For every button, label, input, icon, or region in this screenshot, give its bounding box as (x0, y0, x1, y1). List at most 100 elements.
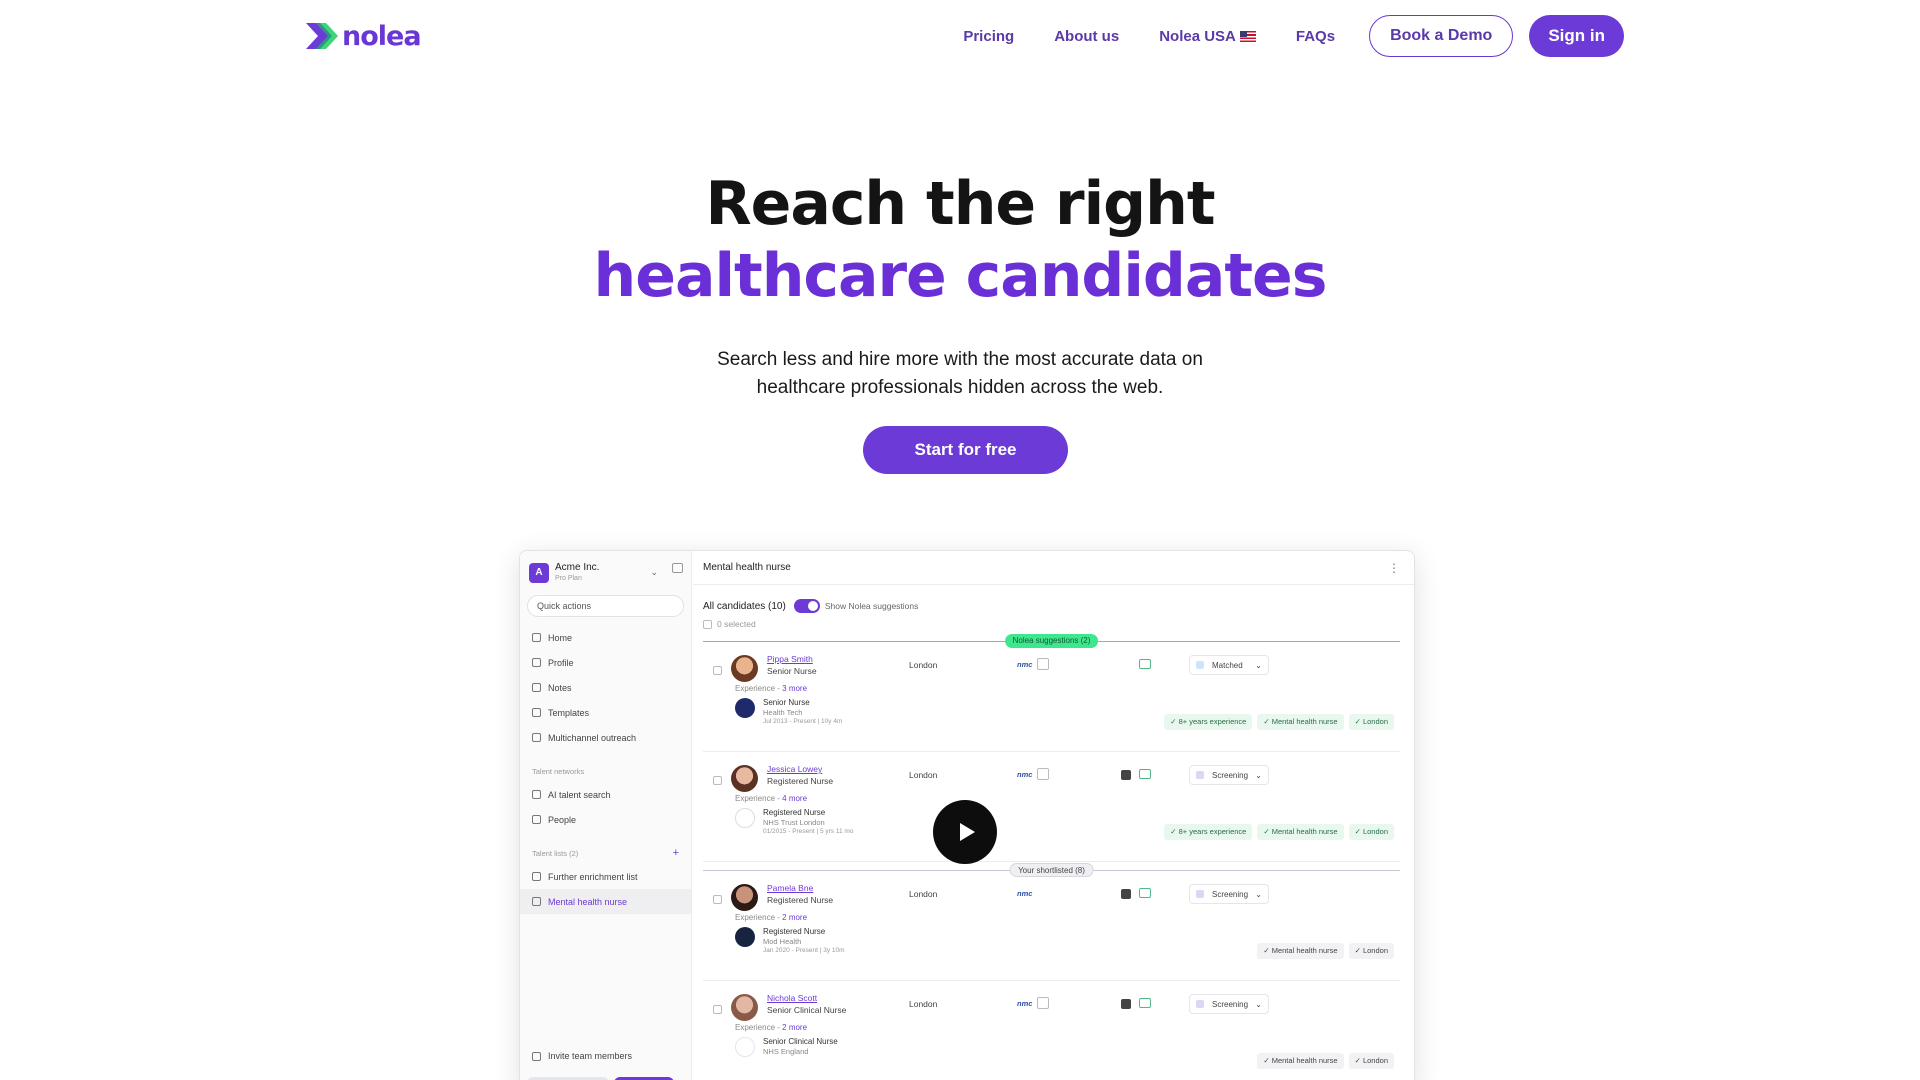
sidebar-item-ai-search[interactable]: AI talent search (520, 782, 691, 807)
linkedin-icon[interactable] (1121, 889, 1131, 899)
status-dropdown[interactable]: Screening ⌄ (1189, 765, 1269, 785)
org-avatar: A (529, 562, 549, 583)
sidebar-item-label: Further enrichment list (548, 871, 638, 882)
match-tag: ✓ 8+ years experience (1164, 824, 1253, 840)
experience-more-link[interactable]: 3 more (782, 684, 807, 693)
nav-link-about[interactable]: About us (1054, 28, 1119, 45)
email-icon[interactable] (1139, 888, 1151, 898)
status-dropdown[interactable]: Screening ⌄ (1189, 884, 1269, 904)
play-video-button[interactable] (933, 800, 997, 864)
candidate-name[interactable]: Pamela Bne (767, 883, 813, 893)
invite-team-link[interactable]: Invite team members (532, 1051, 632, 1061)
candidate-checkbox[interactable] (713, 666, 722, 675)
status-dropdown[interactable]: Screening ⌄ (1189, 994, 1269, 1014)
candidate-card[interactable]: Nichola Scott Senior Clinical Nurse Lond… (703, 981, 1400, 1080)
candidate-checkbox[interactable] (713, 895, 722, 904)
document-icon[interactable] (1037, 997, 1049, 1009)
nav-link-nolea-usa[interactable]: Nolea USA (1159, 28, 1256, 45)
match-tag-label: London (1362, 827, 1388, 836)
invite-label: Invite team members (548, 1051, 633, 1061)
experience-more-link[interactable]: 2 more (782, 913, 807, 922)
match-tag: ✓ Mental health nurse (1257, 943, 1344, 959)
candidate-name[interactable]: Jessica Lowey (767, 764, 822, 774)
company-logo (735, 927, 755, 947)
candidate-name[interactable]: Nichola Scott (767, 993, 817, 1003)
status-label: Screening (1212, 770, 1249, 780)
document-icon[interactable] (1037, 768, 1049, 780)
linkedin-icon[interactable] (1121, 770, 1131, 780)
sidebar-item-label: Home (548, 632, 573, 643)
people-icon (532, 815, 541, 824)
match-tag-label: London (1362, 946, 1388, 955)
user-plus-icon (532, 1051, 541, 1061)
talent-networks-section[interactable]: Talent networks (520, 760, 691, 782)
match-tags: ✓ Mental health nurse ✓ London (1257, 1053, 1394, 1069)
sidebar-item-enrichment-list[interactable]: Further enrichment list (520, 864, 691, 889)
suggestions-toggle[interactable] (793, 599, 820, 613)
match-tag: ✓ London (1348, 943, 1394, 959)
nolea-wordmark: nolea (342, 20, 422, 52)
candidate-card[interactable]: Pamela Bne Registered Nurse London nmc S… (703, 871, 1400, 981)
candidate-checkbox[interactable] (713, 776, 722, 785)
email-icon[interactable] (1139, 769, 1151, 779)
avatar (731, 655, 758, 682)
home-icon (532, 633, 541, 642)
experience-more-link[interactable]: 4 more (782, 794, 807, 803)
candidate-card[interactable]: Pippa Smith Senior Nurse London nmc Matc… (703, 642, 1400, 752)
email-icon[interactable] (1139, 998, 1151, 1008)
candidate-location: London (909, 660, 938, 670)
experience-line: Experience - 2 more (735, 913, 808, 922)
nav-link-nolea-usa-label: Nolea USA (1159, 27, 1236, 45)
job-dates: 01/2015 - Present | 5 yrs 11 mo (763, 828, 854, 835)
chevron-down-icon: ⌄ (1255, 999, 1262, 1009)
select-all-checkbox[interactable] (703, 619, 712, 629)
sidebar-toggle-icon[interactable] (672, 563, 683, 573)
experience-label: Experience (735, 684, 776, 693)
more-options-icon[interactable]: ⋮ (1388, 561, 1400, 575)
book-demo-button[interactable]: Book a Demo (1369, 15, 1514, 57)
candidate-role: Registered Nurse (767, 776, 834, 786)
sidebar-item-profile[interactable]: Profile (520, 650, 691, 675)
status-swatch (1196, 890, 1204, 898)
nolea-logo[interactable]: nolea (304, 19, 422, 53)
match-tag-label: London (1362, 1056, 1388, 1065)
linkedin-icon[interactable] (1121, 999, 1131, 1009)
add-list-icon[interactable]: + (673, 847, 679, 859)
candidate-checkbox[interactable] (713, 1005, 722, 1014)
selection-row: 0 selected (693, 613, 1414, 629)
experience-label: Experience (735, 913, 776, 922)
nolea-logo-mark-icon (304, 19, 340, 53)
job-title: Senior Clinical Nurse (763, 1037, 838, 1046)
talent-lists-section[interactable]: Talent lists (2) + (520, 842, 691, 864)
nav-link-faqs[interactable]: FAQs (1296, 28, 1335, 45)
match-tag: ✓ Mental health nurse (1257, 714, 1344, 730)
org-switcher[interactable]: A Acme Inc. Pro Plan ⌄ (520, 551, 691, 585)
hero-subheading-line1: Search less and hire more with the most … (717, 349, 1203, 370)
top-nav: nolea Pricing About us Nolea USA FAQs Bo… (304, 14, 1624, 58)
email-icon[interactable] (1139, 659, 1151, 669)
sidebar-item-outreach[interactable]: Multichannel outreach (520, 725, 691, 750)
start-for-free-button[interactable]: Start for free (863, 426, 1068, 474)
org-text: Acme Inc. Pro Plan (555, 562, 599, 584)
nav-link-pricing[interactable]: Pricing (963, 28, 1014, 45)
sidebar-item-mental-health-nurse[interactable]: Mental health nurse (520, 889, 691, 914)
candidate-name[interactable]: Pippa Smith (767, 654, 813, 664)
sidebar-item-people[interactable]: People (520, 807, 691, 832)
document-icon[interactable] (1037, 658, 1049, 670)
sidebar-item-notes[interactable]: Notes (520, 675, 691, 700)
match-tag-label: Mental health nurse (1271, 827, 1338, 836)
quick-actions-input[interactable]: Quick actions (527, 595, 684, 617)
candidate-role: Registered Nurse (767, 895, 834, 905)
sidebar-item-home[interactable]: Home (520, 625, 691, 650)
match-tag-label: Mental health nurse (1271, 717, 1338, 726)
sidebar-item-label: Profile (548, 657, 574, 668)
avatar (731, 884, 758, 911)
us-flag-icon (1239, 30, 1256, 42)
sidebar-item-templates[interactable]: Templates (520, 700, 691, 725)
job-title: Senior Nurse (763, 698, 810, 707)
status-dropdown[interactable]: Matched ⌄ (1189, 655, 1269, 675)
experience-more-link[interactable]: 2 more (782, 1023, 807, 1032)
candidate-card[interactable]: Jessica Lowey Registered Nurse London nm… (703, 752, 1400, 862)
sign-in-button[interactable]: Sign in (1529, 15, 1624, 57)
status-label: Screening (1212, 999, 1249, 1009)
